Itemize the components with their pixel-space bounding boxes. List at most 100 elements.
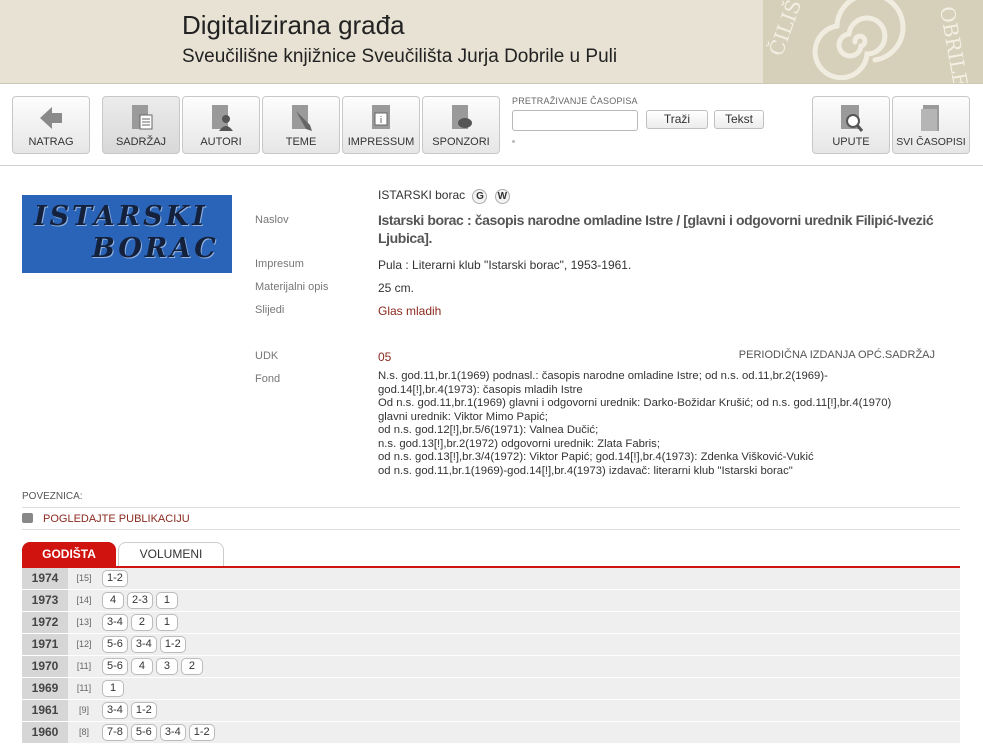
issue-button[interactable]: 1	[155, 592, 178, 609]
topics-button[interactable]: TEME	[262, 96, 340, 154]
year-row: 1974 [15] 1-2	[22, 568, 960, 590]
issue-button[interactable]: 1-2	[188, 724, 215, 741]
issue-button[interactable]: 3-4	[130, 636, 157, 653]
issue-list: 1	[102, 680, 127, 698]
sponsors-button-label: SPONZORI	[432, 136, 490, 148]
slijedi-link[interactable]: Glas mladih	[378, 304, 441, 318]
help-button-label: UPUTE	[832, 136, 870, 148]
year-label: 1960	[22, 722, 68, 743]
volume-label: [12]	[76, 639, 92, 649]
all-journals-button-label: SVI ČASOPISI	[896, 136, 966, 148]
issue-list: 4 2-3 1	[102, 592, 181, 610]
issue-button[interactable]: 3-4	[159, 724, 186, 741]
google-icon[interactable]: G	[472, 189, 488, 204]
site-subtitle: Sveučilišne knjižnice Sveučilišta Jurja …	[182, 46, 618, 67]
year-label: 1972	[22, 612, 68, 633]
contents-icon	[132, 105, 153, 130]
search-button[interactable]: Traži	[646, 110, 708, 129]
issue-list: 5-6 3-4 1-2	[102, 636, 189, 654]
impresum-label: Impresum	[255, 258, 304, 270]
short-title-text: ISTARSKI borac	[378, 188, 466, 202]
impressum-button-label: IMPRESSUM	[347, 136, 415, 148]
issue-list: 3-4 2 1	[102, 614, 181, 632]
fond-label: Fond	[255, 373, 281, 385]
university-logo: ČILIŠ OBRILE U	[763, 0, 983, 83]
issue-list: 7-8 5-6 3-4 1-2	[102, 724, 218, 742]
udk-link[interactable]: 05	[378, 350, 391, 364]
volume-label: [11]	[76, 683, 92, 693]
help-button[interactable]: UPUTE	[812, 96, 890, 154]
year-label: 1971	[22, 634, 68, 655]
issue-button[interactable]: 2	[130, 614, 153, 631]
issue-button[interactable]: 2	[180, 658, 203, 675]
issue-button[interactable]: 1	[102, 680, 124, 697]
text-search-button[interactable]: Tekst	[714, 110, 764, 129]
issue-button[interactable]: 7-8	[102, 724, 128, 741]
issue-button[interactable]: 3	[155, 658, 178, 675]
topics-icon	[292, 105, 312, 131]
issue-list: 3-4 1-2	[102, 702, 160, 720]
year-row: 1970 [11] 5-6 4 3 2	[22, 656, 960, 678]
materijalni-value: 25 cm.	[378, 281, 415, 295]
record-title: Istarski borac : časopis narodne omladin…	[378, 212, 934, 246]
contents-button[interactable]: SADRŽAJ	[102, 96, 180, 154]
year-row: 1973 [14] 4 2-3 1	[22, 590, 960, 612]
info-icon: i	[372, 105, 390, 129]
all-journals-button[interactable]: SVI ČASOPISI	[892, 96, 970, 154]
tab-godista[interactable]: GODIŠTA	[22, 542, 116, 566]
year-label: 1974	[22, 568, 68, 589]
issue-button[interactable]: 3-4	[102, 614, 128, 631]
years-list: 1974 [15] 1-2 1973 [14] 4 2-3 1 1972 [13] 3-4 2 1 197…	[22, 568, 960, 744]
issue-button[interactable]: 4	[130, 658, 153, 675]
year-label: 1970	[22, 656, 68, 677]
issue-list: 1-2	[102, 570, 131, 588]
volume-label: [13]	[76, 617, 92, 627]
volume-label: [8]	[78, 727, 89, 737]
issue-button[interactable]: 4	[102, 592, 124, 609]
udk-description: PERIODIČNA IZDANJA OPĆ.SADRŽAJ	[738, 349, 935, 361]
poveznica-label: POVEZNICA:	[22, 491, 83, 502]
authors-icon	[212, 105, 233, 131]
year-label: 1973	[22, 590, 68, 611]
record-short-title: ISTARSKI borac G W	[378, 188, 510, 204]
issue-button[interactable]: 5-6	[102, 636, 128, 653]
wikipedia-icon[interactable]: W	[494, 189, 510, 204]
year-row: 1961 [9] 3-4 1-2	[22, 700, 960, 722]
journal-cover-image[interactable]: ISTARSKI BORAC	[22, 195, 232, 273]
back-arrow-icon	[40, 107, 62, 129]
volume-label: [11]	[76, 661, 92, 671]
authors-button[interactable]: AUTORI	[182, 96, 260, 154]
sponsors-icon	[452, 105, 472, 129]
issue-button[interactable]: 3-4	[102, 702, 128, 719]
view-publication-link[interactable]: POGLEDAJTE PUBLIKACIJU	[22, 513, 190, 525]
issue-button[interactable]: 5-6	[102, 658, 128, 675]
year-label: 1961	[22, 700, 68, 721]
naslov-label: Naslov	[255, 214, 289, 226]
view-publication-label: POGLEDAJTE PUBLIKACIJU	[43, 513, 190, 525]
impressum-button[interactable]: i IMPRESSUM	[342, 96, 420, 154]
journals-icon	[921, 105, 939, 131]
impresum-value: Pula : Literarni klub "Istarski borac", …	[378, 258, 632, 272]
issue-button[interactable]: 1-2	[130, 702, 157, 719]
search-input[interactable]	[512, 110, 638, 131]
contents-button-label: SADRŽAJ	[115, 136, 167, 148]
issue-button[interactable]: 5-6	[130, 724, 157, 741]
site-title: Digitalizirana građa	[182, 10, 405, 40]
issue-button[interactable]: 1-2	[159, 636, 186, 653]
volume-label: [15]	[76, 573, 92, 583]
issue-button[interactable]: 1	[155, 614, 178, 631]
back-button[interactable]: NATRAG	[12, 96, 90, 154]
toolbar: NATRAG SADRŽAJ AUTORI TEME i IMPRESSUM S…	[0, 84, 983, 166]
topics-button-label: TEME	[285, 136, 317, 148]
volume-label: [14]	[76, 595, 92, 605]
issue-button[interactable]: 1-2	[102, 570, 128, 587]
search-label: PRETRAŽIVANJE ČASOPISA	[512, 96, 638, 106]
year-row: 1972 [13] 3-4 2 1	[22, 612, 960, 634]
sponsors-button[interactable]: SPONZORI	[422, 96, 500, 154]
volume-label: [9]	[78, 705, 89, 715]
fond-value: N.s. god.11,br.1(1969) podnasl.: časopis…	[378, 370, 892, 477]
cover-title-line-1: ISTARSKI	[34, 201, 208, 232]
slijedi-label: Slijedi	[255, 304, 285, 316]
tab-volumeni[interactable]: VOLUMENI	[118, 542, 224, 566]
issue-button[interactable]: 2-3	[127, 592, 153, 609]
